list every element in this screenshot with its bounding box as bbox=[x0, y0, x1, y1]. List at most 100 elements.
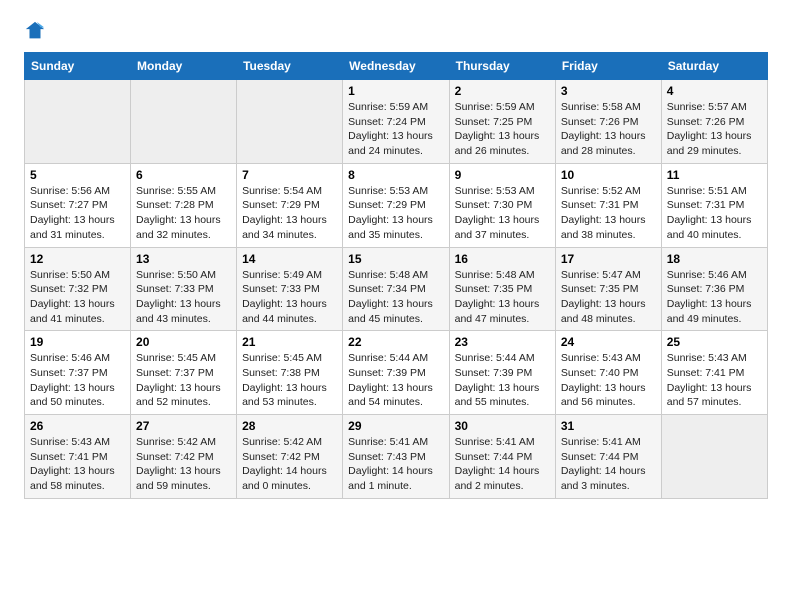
day-info: Sunrise: 5:54 AM Sunset: 7:29 PM Dayligh… bbox=[242, 185, 327, 241]
day-info: Sunrise: 5:48 AM Sunset: 7:34 PM Dayligh… bbox=[348, 269, 433, 325]
day-of-week-header: Wednesday bbox=[343, 53, 449, 80]
day-info: Sunrise: 5:53 AM Sunset: 7:30 PM Dayligh… bbox=[455, 185, 540, 241]
calendar-cell: 31Sunrise: 5:41 AM Sunset: 7:44 PM Dayli… bbox=[555, 415, 661, 499]
day-info: Sunrise: 5:52 AM Sunset: 7:31 PM Dayligh… bbox=[561, 185, 646, 241]
day-of-week-header: Tuesday bbox=[237, 53, 343, 80]
day-number: 13 bbox=[136, 252, 231, 266]
day-info: Sunrise: 5:45 AM Sunset: 7:37 PM Dayligh… bbox=[136, 352, 221, 408]
day-info: Sunrise: 5:57 AM Sunset: 7:26 PM Dayligh… bbox=[667, 101, 752, 157]
day-info: Sunrise: 5:46 AM Sunset: 7:36 PM Dayligh… bbox=[667, 269, 752, 325]
logo-icon bbox=[24, 20, 46, 42]
calendar-cell: 1 Sunrise: 5:59 AM Sunset: 7:24 PM Daylig… bbox=[343, 80, 449, 164]
calendar-cell: 9 Sunrise: 5:53 AM Sunset: 7:30 PM Daylig… bbox=[449, 163, 555, 247]
day-of-week-header: Sunday bbox=[25, 53, 131, 80]
day-number: 6 bbox=[136, 168, 231, 182]
calendar-cell: 13 Sunrise: 5:50 AM Sunset: 7:33 PM Dayli… bbox=[131, 247, 237, 331]
day-info: Sunrise: 5:42 AM Sunset: 7:42 PM Dayligh… bbox=[136, 436, 221, 492]
day-number: 14 bbox=[242, 252, 337, 266]
day-number: 4 bbox=[667, 84, 762, 98]
day-info: Sunrise: 5:41 AM Sunset: 7:44 PM Dayligh… bbox=[455, 436, 540, 492]
calendar-cell: 2Sunrise: 5:59 AM Sunset: 7:25 PM Daylig… bbox=[449, 80, 555, 164]
day-info: Sunrise: 5:43 AM Sunset: 7:41 PM Dayligh… bbox=[30, 436, 115, 492]
calendar-cell: 19 Sunrise: 5:46 AM Sunset: 7:37 PM Dayli… bbox=[25, 331, 131, 415]
day-number: 10 bbox=[561, 168, 656, 182]
day-info: Sunrise: 5:41 AM Sunset: 7:43 PM Dayligh… bbox=[348, 436, 433, 492]
calendar-week-row: 1 Sunrise: 5:59 AM Sunset: 7:24 PM Daylig… bbox=[25, 80, 768, 164]
calendar-cell: 4 Sunrise: 5:57 AM Sunset: 7:26 PM Daylig… bbox=[661, 80, 767, 164]
logo bbox=[24, 20, 50, 42]
calendar-cell: 29 Sunrise: 5:41 AM Sunset: 7:43 PM Dayli… bbox=[343, 415, 449, 499]
calendar-cell: 23 Sunrise: 5:44 AM Sunset: 7:39 PM Dayli… bbox=[449, 331, 555, 415]
day-number: 30 bbox=[455, 419, 550, 433]
day-info: Sunrise: 5:55 AM Sunset: 7:28 PM Dayligh… bbox=[136, 185, 221, 241]
calendar-cell: 20 Sunrise: 5:45 AM Sunset: 7:37 PM Dayli… bbox=[131, 331, 237, 415]
day-info: Sunrise: 5:56 AM Sunset: 7:27 PM Dayligh… bbox=[30, 185, 115, 241]
calendar-cell: 8 Sunrise: 5:53 AM Sunset: 7:29 PM Daylig… bbox=[343, 163, 449, 247]
day-of-week-header: Monday bbox=[131, 53, 237, 80]
day-number: 26 bbox=[30, 419, 125, 433]
calendar-body: 1 Sunrise: 5:59 AM Sunset: 7:24 PM Daylig… bbox=[25, 80, 768, 499]
day-info: Sunrise: 5:49 AM Sunset: 7:33 PM Dayligh… bbox=[242, 269, 327, 325]
calendar-cell: 25Sunrise: 5:43 AM Sunset: 7:41 PM Dayli… bbox=[661, 331, 767, 415]
day-number: 27 bbox=[136, 419, 231, 433]
day-info: Sunrise: 5:41 AM Sunset: 7:44 PM Dayligh… bbox=[561, 436, 646, 492]
day-info: Sunrise: 5:51 AM Sunset: 7:31 PM Dayligh… bbox=[667, 185, 752, 241]
day-info: Sunrise: 5:43 AM Sunset: 7:41 PM Dayligh… bbox=[667, 352, 752, 408]
day-info: Sunrise: 5:53 AM Sunset: 7:29 PM Dayligh… bbox=[348, 185, 433, 241]
day-number: 20 bbox=[136, 335, 231, 349]
calendar-week-row: 12 Sunrise: 5:50 AM Sunset: 7:32 PM Dayli… bbox=[25, 247, 768, 331]
day-number: 19 bbox=[30, 335, 125, 349]
calendar-cell: 5 Sunrise: 5:56 AM Sunset: 7:27 PM Daylig… bbox=[25, 163, 131, 247]
calendar-cell: 10 Sunrise: 5:52 AM Sunset: 7:31 PM Dayli… bbox=[555, 163, 661, 247]
day-number: 5 bbox=[30, 168, 125, 182]
day-number: 16 bbox=[455, 252, 550, 266]
calendar-cell: 30 Sunrise: 5:41 AM Sunset: 7:44 PM Dayli… bbox=[449, 415, 555, 499]
calendar-cell: 6 Sunrise: 5:55 AM Sunset: 7:28 PM Daylig… bbox=[131, 163, 237, 247]
calendar-cell: 18 Sunrise: 5:46 AM Sunset: 7:36 PM Dayli… bbox=[661, 247, 767, 331]
calendar-cell: 21 Sunrise: 5:45 AM Sunset: 7:38 PM Dayli… bbox=[237, 331, 343, 415]
day-info: Sunrise: 5:44 AM Sunset: 7:39 PM Dayligh… bbox=[348, 352, 433, 408]
calendar-cell: 7 Sunrise: 5:54 AM Sunset: 7:29 PM Daylig… bbox=[237, 163, 343, 247]
day-info: Sunrise: 5:50 AM Sunset: 7:32 PM Dayligh… bbox=[30, 269, 115, 325]
day-info: Sunrise: 5:46 AM Sunset: 7:37 PM Dayligh… bbox=[30, 352, 115, 408]
calendar-week-row: 19 Sunrise: 5:46 AM Sunset: 7:37 PM Dayli… bbox=[25, 331, 768, 415]
calendar-cell: 28Sunrise: 5:42 AM Sunset: 7:42 PM Dayli… bbox=[237, 415, 343, 499]
calendar-week-row: 26 Sunrise: 5:43 AM Sunset: 7:41 PM Dayli… bbox=[25, 415, 768, 499]
day-info: Sunrise: 5:47 AM Sunset: 7:35 PM Dayligh… bbox=[561, 269, 646, 325]
day-number: 11 bbox=[667, 168, 762, 182]
day-info: Sunrise: 5:59 AM Sunset: 7:24 PM Dayligh… bbox=[348, 101, 433, 157]
day-info: Sunrise: 5:45 AM Sunset: 7:38 PM Dayligh… bbox=[242, 352, 327, 408]
day-number: 15 bbox=[348, 252, 443, 266]
day-of-week-row: SundayMondayTuesdayWednesdayThursdayFrid… bbox=[25, 53, 768, 80]
calendar-cell: 26 Sunrise: 5:43 AM Sunset: 7:41 PM Dayli… bbox=[25, 415, 131, 499]
day-number: 9 bbox=[455, 168, 550, 182]
calendar-cell: 14 Sunrise: 5:49 AM Sunset: 7:33 PM Dayli… bbox=[237, 247, 343, 331]
day-number: 8 bbox=[348, 168, 443, 182]
day-of-week-header: Saturday bbox=[661, 53, 767, 80]
calendar-cell: 3 Sunrise: 5:58 AM Sunset: 7:26 PM Daylig… bbox=[555, 80, 661, 164]
day-number: 1 bbox=[348, 84, 443, 98]
day-number: 18 bbox=[667, 252, 762, 266]
day-number: 12 bbox=[30, 252, 125, 266]
day-info: Sunrise: 5:58 AM Sunset: 7:26 PM Dayligh… bbox=[561, 101, 646, 157]
day-number: 29 bbox=[348, 419, 443, 433]
day-number: 3 bbox=[561, 84, 656, 98]
calendar-cell bbox=[131, 80, 237, 164]
day-info: Sunrise: 5:43 AM Sunset: 7:40 PM Dayligh… bbox=[561, 352, 646, 408]
calendar-cell: 15 Sunrise: 5:48 AM Sunset: 7:34 PM Dayli… bbox=[343, 247, 449, 331]
calendar-cell: 27 Sunrise: 5:42 AM Sunset: 7:42 PM Dayli… bbox=[131, 415, 237, 499]
day-of-week-header: Friday bbox=[555, 53, 661, 80]
day-number: 21 bbox=[242, 335, 337, 349]
calendar-cell: 22 Sunrise: 5:44 AM Sunset: 7:39 PM Dayli… bbox=[343, 331, 449, 415]
calendar-cell bbox=[25, 80, 131, 164]
day-number: 22 bbox=[348, 335, 443, 349]
day-number: 23 bbox=[455, 335, 550, 349]
day-number: 17 bbox=[561, 252, 656, 266]
day-number: 2 bbox=[455, 84, 550, 98]
day-info: Sunrise: 5:50 AM Sunset: 7:33 PM Dayligh… bbox=[136, 269, 221, 325]
calendar-cell: 11 Sunrise: 5:51 AM Sunset: 7:31 PM Dayli… bbox=[661, 163, 767, 247]
day-number: 24 bbox=[561, 335, 656, 349]
day-number: 7 bbox=[242, 168, 337, 182]
day-of-week-header: Thursday bbox=[449, 53, 555, 80]
day-info: Sunrise: 5:44 AM Sunset: 7:39 PM Dayligh… bbox=[455, 352, 540, 408]
